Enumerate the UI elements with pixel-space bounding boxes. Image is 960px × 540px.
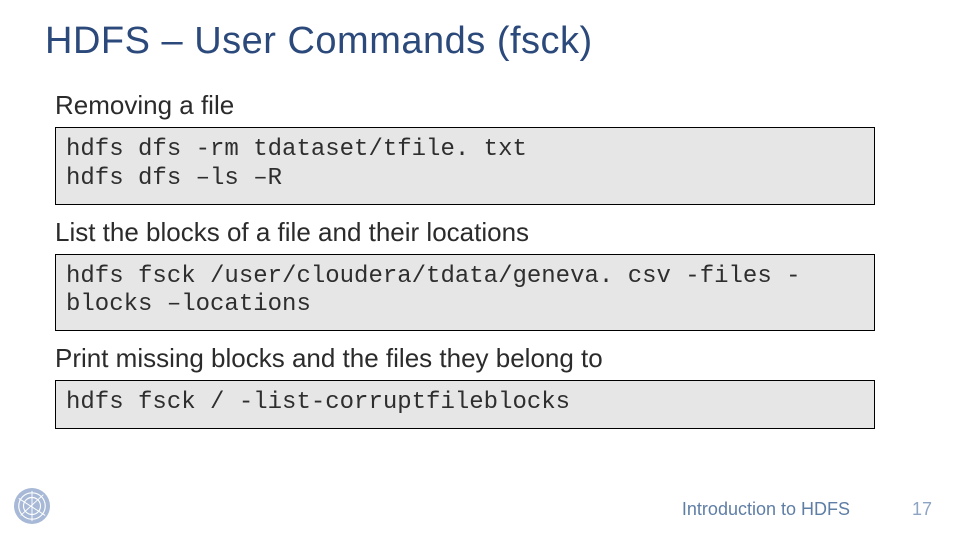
- footer-text: Introduction to HDFS: [682, 499, 850, 520]
- section-label: Print missing blocks and the files they …: [55, 343, 905, 374]
- cern-logo-icon: [14, 488, 50, 524]
- slide: HDFS – User Commands (fsck) Removing a f…: [0, 0, 960, 540]
- section-label: List the blocks of a file and their loca…: [55, 217, 905, 248]
- slide-content: Removing a file hdfs dfs -rm tdataset/tf…: [55, 90, 905, 439]
- page-number: 17: [912, 499, 932, 520]
- code-block: hdfs fsck / -list-corruptfileblocks: [55, 380, 875, 429]
- code-block: hdfs fsck /user/cloudera/tdata/geneva. c…: [55, 254, 875, 332]
- slide-title: HDFS – User Commands (fsck): [45, 20, 593, 63]
- slide-footer: Introduction to HDFS 17: [0, 494, 960, 526]
- code-block: hdfs dfs -rm tdataset/tfile. txt hdfs df…: [55, 127, 875, 205]
- section-label: Removing a file: [55, 90, 905, 121]
